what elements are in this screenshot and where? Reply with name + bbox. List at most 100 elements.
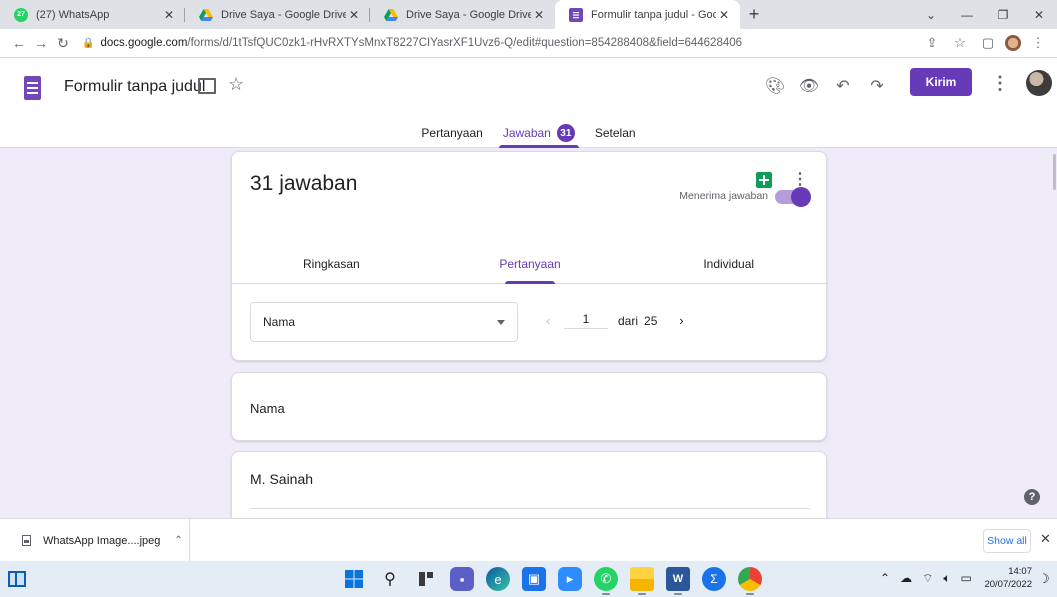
dropdown-caret-icon bbox=[497, 319, 505, 325]
search-icon[interactable]: ⚲ bbox=[378, 567, 402, 591]
share-icon[interactable]: ⇪ bbox=[921, 32, 943, 54]
restore-icon[interactable]: ❐ bbox=[985, 0, 1021, 29]
close-window-icon[interactable]: ✕ bbox=[1021, 0, 1057, 29]
toolbar-icons: ⇪ ☆ ▢ ⋮ bbox=[921, 32, 1049, 54]
responses-count-title: 31 jawaban bbox=[250, 172, 358, 195]
volume-icon[interactable]: 🔈︎ bbox=[943, 571, 950, 586]
browser-tab-whatsapp[interactable]: 27 (27) WhatsApp ✕ bbox=[0, 0, 185, 29]
help-icon[interactable]: ? bbox=[1024, 489, 1040, 505]
zoom-icon[interactable]: ▸ bbox=[558, 567, 582, 591]
tab-label: Setelan bbox=[594, 126, 636, 140]
folder-icon[interactable] bbox=[198, 78, 216, 94]
clock-time: 14:07 bbox=[1008, 566, 1032, 577]
palette-icon[interactable]: 🎨︎ bbox=[760, 71, 790, 101]
question-pager: ‹ 1 dari 25 › bbox=[538, 312, 691, 329]
url-path: /forms/d/1tTsfQUC0zk1-rHvRXTYsMnxT8227CI… bbox=[187, 37, 743, 49]
account-avatar[interactable] bbox=[1026, 70, 1052, 96]
sigma-app-icon[interactable]: Σ bbox=[702, 567, 726, 591]
browser-tab-drive-1[interactable]: Drive Saya - Google Drive ✕ bbox=[185, 0, 370, 29]
file-explorer-icon[interactable] bbox=[630, 567, 654, 595]
star-icon[interactable]: ☆ bbox=[228, 74, 244, 95]
close-tab-icon[interactable]: ✕ bbox=[716, 7, 732, 23]
tab-title: Formulir tanpa judul - Google Fo bbox=[591, 8, 716, 21]
browser-tab-drive-2[interactable]: Drive Saya - Google Drive ✕ bbox=[370, 0, 555, 29]
accepting-responses-label: Menerima jawaban bbox=[679, 190, 768, 202]
download-file-name: WhatsApp Image....jpeg bbox=[43, 534, 161, 547]
tab-label: Jawaban bbox=[502, 126, 551, 140]
clock-date: 20/07/2022 bbox=[984, 579, 1032, 590]
prev-question-icon[interactable]: ‹ bbox=[538, 313, 558, 328]
profile-avatar[interactable] bbox=[1005, 35, 1021, 51]
wifi-icon[interactable]: ⌔ bbox=[922, 571, 933, 586]
browser-tab-forms[interactable]: Formulir tanpa judul - Google Fo ✕ bbox=[555, 0, 740, 29]
close-tab-icon[interactable]: ✕ bbox=[161, 7, 177, 23]
word-icon[interactable]: W bbox=[666, 567, 690, 595]
address-bar[interactable]: 🔒 docs.google.com/forms/d/1tTsfQUC0zk1-r… bbox=[74, 32, 921, 54]
answer-divider bbox=[250, 508, 810, 509]
minimize-icon[interactable]: — bbox=[949, 0, 985, 29]
tab-search-icon[interactable]: ⌄ bbox=[913, 0, 949, 29]
tab-pertanyaan[interactable]: Pertanyaan bbox=[411, 118, 492, 148]
current-question-number[interactable]: 1 bbox=[564, 312, 608, 329]
browser-menu-icon[interactable]: ⋮ bbox=[1027, 32, 1049, 54]
battery-icon[interactable]: ▭ bbox=[961, 571, 972, 586]
scrollbar-thumb[interactable] bbox=[1053, 154, 1056, 190]
windows-start-icon[interactable] bbox=[342, 567, 366, 591]
task-view-icon[interactable] bbox=[8, 571, 26, 587]
browser-tab-strip: 27 (27) WhatsApp ✕ Drive Saya - Google D… bbox=[0, 0, 1057, 29]
notification-icon[interactable]: ☽ bbox=[1038, 571, 1050, 587]
reload-icon[interactable]: ↻ bbox=[52, 32, 74, 54]
subtab-ringkasan[interactable]: Ringkasan bbox=[232, 244, 431, 283]
more-options-icon[interactable]: ⋮ bbox=[990, 72, 1010, 94]
show-all-button[interactable]: Show all bbox=[983, 529, 1031, 553]
form-nav-tabs: Pertanyaan Jawaban 31 Setelan bbox=[0, 118, 1057, 148]
new-tab-button[interactable]: + bbox=[740, 0, 768, 29]
preview-eye-icon[interactable]: 👁︎ bbox=[794, 71, 824, 101]
tab-setelan[interactable]: Setelan bbox=[585, 118, 646, 148]
question-select[interactable]: Nama bbox=[250, 302, 518, 342]
back-icon[interactable]: ← bbox=[8, 32, 30, 54]
show-hidden-icons-icon[interactable]: ⌃ bbox=[880, 571, 890, 586]
store-icon[interactable]: ▣ bbox=[522, 567, 546, 591]
taskbar-apps: ⚲ ▪ e ▣ ▸ ✆ W Σ bbox=[342, 567, 762, 595]
subtab-pertanyaan[interactable]: Pertanyaan bbox=[431, 244, 630, 284]
form-title[interactable]: Formulir tanpa judul bbox=[64, 78, 205, 96]
chevron-up-icon[interactable]: ⌃ bbox=[174, 535, 182, 546]
subtab-individual[interactable]: Individual bbox=[629, 244, 828, 283]
google-forms-logo-icon[interactable] bbox=[24, 76, 41, 100]
google-sheets-icon[interactable] bbox=[756, 172, 772, 188]
responses-sub-tabs: Ringkasan Pertanyaan Individual bbox=[232, 244, 828, 284]
chat-icon[interactable]: ▪ bbox=[450, 567, 474, 591]
question-text: Nama bbox=[250, 401, 285, 416]
chrome-icon[interactable] bbox=[738, 567, 762, 595]
page-scrollbar[interactable] bbox=[1052, 148, 1057, 518]
redo-icon[interactable]: ↷ bbox=[862, 71, 892, 101]
toggle-knob bbox=[791, 187, 811, 207]
whatsapp-taskbar-icon[interactable]: ✆ bbox=[594, 567, 618, 595]
tab-label: Pertanyaan bbox=[421, 126, 483, 140]
onedrive-icon[interactable]: ☁ bbox=[900, 571, 912, 586]
image-file-icon bbox=[22, 535, 31, 546]
tab-jawaban[interactable]: Jawaban 31 bbox=[493, 118, 585, 148]
bookmark-star-icon[interactable]: ☆ bbox=[949, 32, 971, 54]
edge-icon[interactable]: e bbox=[486, 567, 510, 591]
close-tab-icon[interactable]: ✕ bbox=[531, 7, 547, 23]
forward-icon[interactable]: → bbox=[30, 32, 52, 54]
tab-title: Drive Saya - Google Drive bbox=[221, 8, 346, 21]
accepting-responses-toggle[interactable] bbox=[775, 187, 811, 207]
download-item[interactable]: WhatsApp Image....jpeg ⌃ bbox=[0, 519, 190, 562]
send-button[interactable]: Kirim bbox=[910, 68, 972, 96]
next-question-icon[interactable]: › bbox=[671, 313, 691, 328]
lock-icon[interactable]: 🔒 bbox=[82, 38, 94, 49]
close-shelf-icon[interactable]: ✕ bbox=[1040, 531, 1051, 547]
widgets-icon[interactable] bbox=[414, 567, 438, 591]
question-card: Nama bbox=[231, 372, 827, 441]
side-panel-icon[interactable]: ▢ bbox=[977, 32, 999, 54]
taskbar-clock[interactable]: 14:07 20/07/2022 bbox=[984, 565, 1032, 591]
download-shelf: WhatsApp Image....jpeg ⌃ Show all ✕ bbox=[0, 518, 1057, 562]
responses-card: 31 jawaban ⋮ Menerima jawaban Ringkasan … bbox=[231, 151, 828, 361]
question-select-value: Nama bbox=[263, 315, 296, 329]
browser-toolbar: ← → ↻ 🔒 docs.google.com/forms/d/1tTsfQUC… bbox=[0, 29, 1057, 58]
undo-icon[interactable]: ↶ bbox=[828, 71, 858, 101]
close-tab-icon[interactable]: ✕ bbox=[346, 7, 362, 23]
